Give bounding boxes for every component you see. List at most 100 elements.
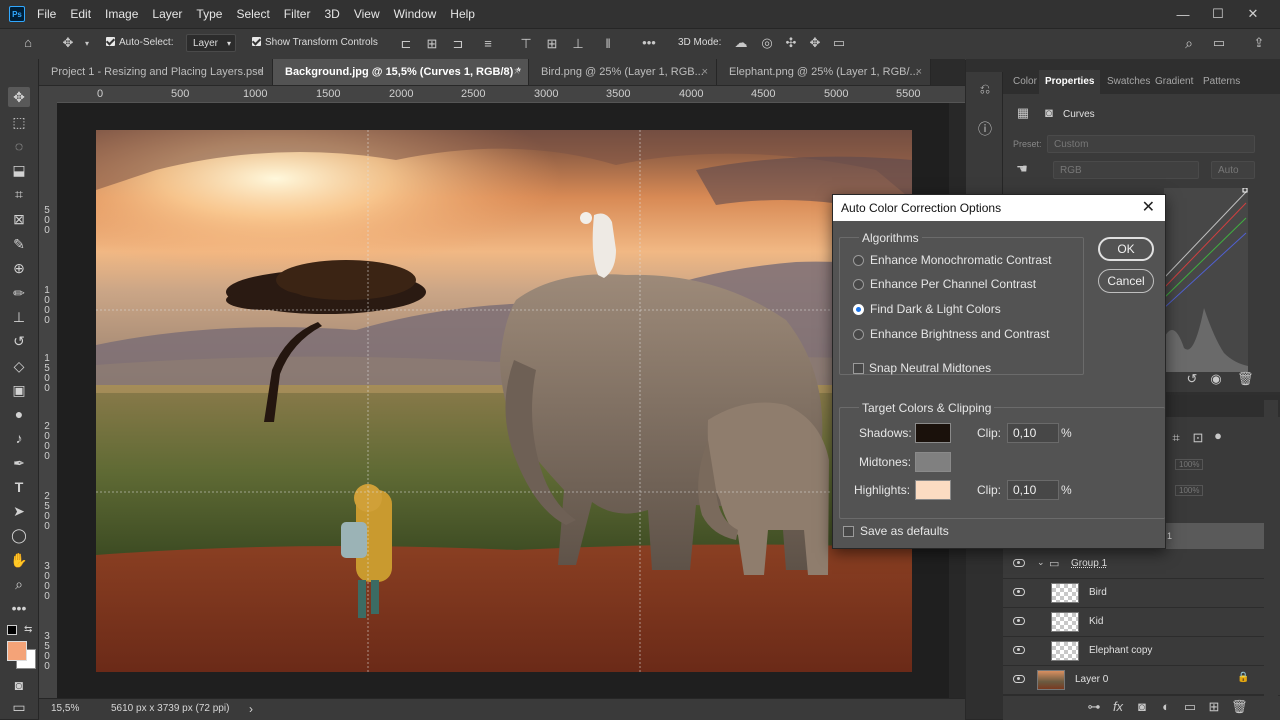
mask-icon[interactable]: ◙ [1041, 106, 1057, 120]
close-icon[interactable]: ✕ [1142, 195, 1155, 221]
radio-enhance-brightness-contrast[interactable] [853, 329, 864, 340]
pen-tool-icon[interactable]: ✒ [8, 453, 30, 473]
highlights-color-swatch[interactable] [915, 480, 951, 500]
photoshop-logo-icon[interactable]: Ps [9, 6, 25, 22]
tab-project-1[interactable]: Project 1 - Resizing and Placing Layers.… [39, 59, 273, 85]
align-right-icon[interactable]: ⊐ [450, 37, 466, 51]
save-defaults-checkbox[interactable] [843, 526, 854, 537]
horizontal-ruler[interactable]: 0 500 1000 1500 2000 2500 3000 3500 4000… [57, 86, 965, 103]
eye-icon[interactable] [1013, 675, 1025, 683]
eye-icon[interactable] [1013, 588, 1025, 596]
history-panel-icon[interactable]: ⎌ [976, 82, 994, 96]
frame-tool-icon[interactable]: ⊠ [8, 209, 30, 229]
radio-enhance-per-channel[interactable] [853, 279, 864, 290]
close-window-button[interactable]: ✕ [1236, 0, 1270, 28]
distribute-h-icon[interactable]: ≡ [480, 37, 496, 51]
lock-artboard-icon[interactable]: ⊡ [1191, 431, 1205, 445]
midtones-color-swatch[interactable] [915, 452, 951, 472]
show-transform-checkbox[interactable]: Show Transform Controls [252, 37, 378, 48]
more-tools-icon[interactable]: ••• [8, 598, 30, 618]
foreground-color-swatch[interactable] [7, 641, 27, 661]
dodge-tool-icon[interactable]: ♪ [8, 428, 30, 448]
status-menu-icon[interactable]: › [249, 702, 253, 716]
minimize-button[interactable]: — [1166, 0, 1200, 28]
align-bottom-icon[interactable]: ⊥ [570, 37, 586, 51]
vertical-ruler[interactable]: 5 0 0 1 0 0 0 1 5 0 0 2 0 0 0 2 5 0 0 3 … [39, 86, 57, 698]
close-tab-icon[interactable]: × [514, 59, 520, 85]
on-image-adjust-icon[interactable]: ☚ [1013, 162, 1031, 176]
path-select-tool-icon[interactable]: ➤ [8, 501, 30, 521]
new-group-icon[interactable]: ▭ [1183, 700, 1197, 714]
menu-help[interactable]: Help [450, 7, 475, 21]
more-options-icon[interactable]: ••• [638, 36, 660, 50]
dialog-title-bar[interactable]: Auto Color Correction Options ✕ [833, 195, 1165, 221]
document-canvas[interactable] [96, 130, 912, 672]
move-tool-icon[interactable]: ✥ [8, 87, 30, 107]
brush-tool-icon[interactable]: ✏ [8, 283, 30, 303]
maximize-button[interactable]: ☐ [1201, 0, 1235, 28]
close-tab-icon[interactable]: × [702, 59, 708, 85]
marquee-tool-icon[interactable]: ⬚ [8, 112, 30, 132]
quick-mask-icon[interactable]: ◙ [8, 675, 30, 695]
selected-layer-row[interactable]: 1 [1165, 523, 1265, 549]
zoom-tool-icon[interactable]: ⌕ [8, 574, 30, 594]
reset-icon[interactable]: ↺ [1185, 372, 1199, 386]
chevron-down-icon[interactable]: ⌄ [1037, 557, 1045, 568]
auto-select-checkbox[interactable]: Auto-Select: [106, 37, 173, 48]
info-panel-icon[interactable]: ⓘ [976, 122, 994, 136]
menu-3d[interactable]: 3D [324, 7, 339, 21]
object-select-tool-icon[interactable]: ⬓ [8, 160, 30, 180]
default-colors-icon[interactable] [7, 625, 17, 635]
layers-scrollbar[interactable] [1264, 400, 1278, 700]
home-icon[interactable]: ⌂ [20, 36, 36, 50]
menu-filter[interactable]: Filter [284, 7, 311, 21]
eyedropper-tool-icon[interactable]: ✎ [8, 234, 30, 254]
align-top-icon[interactable]: ⊤ [518, 37, 534, 51]
move-tool-icon[interactable]: ✥ [60, 36, 76, 50]
preset-dropdown[interactable]: Custom [1047, 135, 1255, 153]
menu-edit[interactable]: Edit [70, 7, 91, 21]
tab-color[interactable]: Color [1013, 76, 1037, 87]
menu-image[interactable]: Image [105, 7, 138, 21]
radio-enhance-monochromatic[interactable] [853, 255, 864, 266]
healing-brush-tool-icon[interactable]: ⊕ [8, 258, 30, 278]
snap-neutral-midtones-checkbox[interactable] [853, 363, 864, 374]
shadows-color-swatch[interactable] [915, 423, 951, 443]
layer-kid[interactable]: Kid [1003, 608, 1267, 637]
3d-slide-icon[interactable]: ✥ [806, 36, 824, 50]
delete-adjustment-icon[interactable]: 🗑 [1237, 372, 1254, 386]
eye-icon[interactable] [1013, 559, 1025, 567]
search-icon[interactable]: ⌕ [1180, 36, 1198, 50]
visibility-icon[interactable]: ◉ [1209, 372, 1223, 386]
tab-elephant[interactable]: Elephant.png @ 25% (Layer 1, RGB/... × [717, 59, 931, 85]
menu-select[interactable]: Select [236, 7, 269, 21]
auto-button[interactable]: Auto [1211, 161, 1255, 179]
3d-pan-icon[interactable]: ✣ [782, 36, 800, 50]
curves-graph[interactable] [1164, 188, 1248, 372]
tab-properties[interactable]: Properties [1039, 70, 1101, 94]
zoom-level[interactable]: 15,5% [51, 703, 79, 714]
blur-tool-icon[interactable]: ● [8, 404, 30, 424]
hand-tool-icon[interactable]: ✋ [8, 550, 30, 570]
eye-icon[interactable] [1013, 646, 1025, 654]
align-middle-v-icon[interactable]: ⊞ [544, 37, 560, 51]
align-left-icon[interactable]: ⊏ [398, 37, 414, 51]
screen-mode-icon[interactable]: ▭ [8, 697, 30, 717]
radio-find-dark-light[interactable] [853, 304, 864, 315]
chevron-down-icon[interactable]: ▾ [82, 37, 92, 51]
history-brush-tool-icon[interactable]: ↺ [8, 331, 30, 351]
stamp-tool-icon[interactable]: ⊥ [8, 307, 30, 327]
menu-type[interactable]: Type [196, 7, 222, 21]
adjustment-layer-icon[interactable]: ◐ [1159, 700, 1173, 714]
ok-button[interactable]: OK [1098, 237, 1154, 261]
layer-0[interactable]: Layer 0 🔒 [1003, 666, 1267, 695]
menu-window[interactable]: Window [394, 7, 437, 21]
swap-colors-icon[interactable]: ⇆ [24, 624, 32, 635]
eraser-tool-icon[interactable]: ◇ [8, 356, 30, 376]
ellipse-tool-icon[interactable]: ◯ [8, 525, 30, 545]
close-tab-icon[interactable]: × [916, 59, 922, 85]
lasso-tool-icon[interactable]: ◌ [8, 136, 30, 156]
link-layers-icon[interactable]: ⊶ [1087, 700, 1101, 714]
3d-orbit-icon[interactable]: ☁ [732, 36, 750, 50]
fill-value[interactable]: 100% [1175, 485, 1204, 496]
